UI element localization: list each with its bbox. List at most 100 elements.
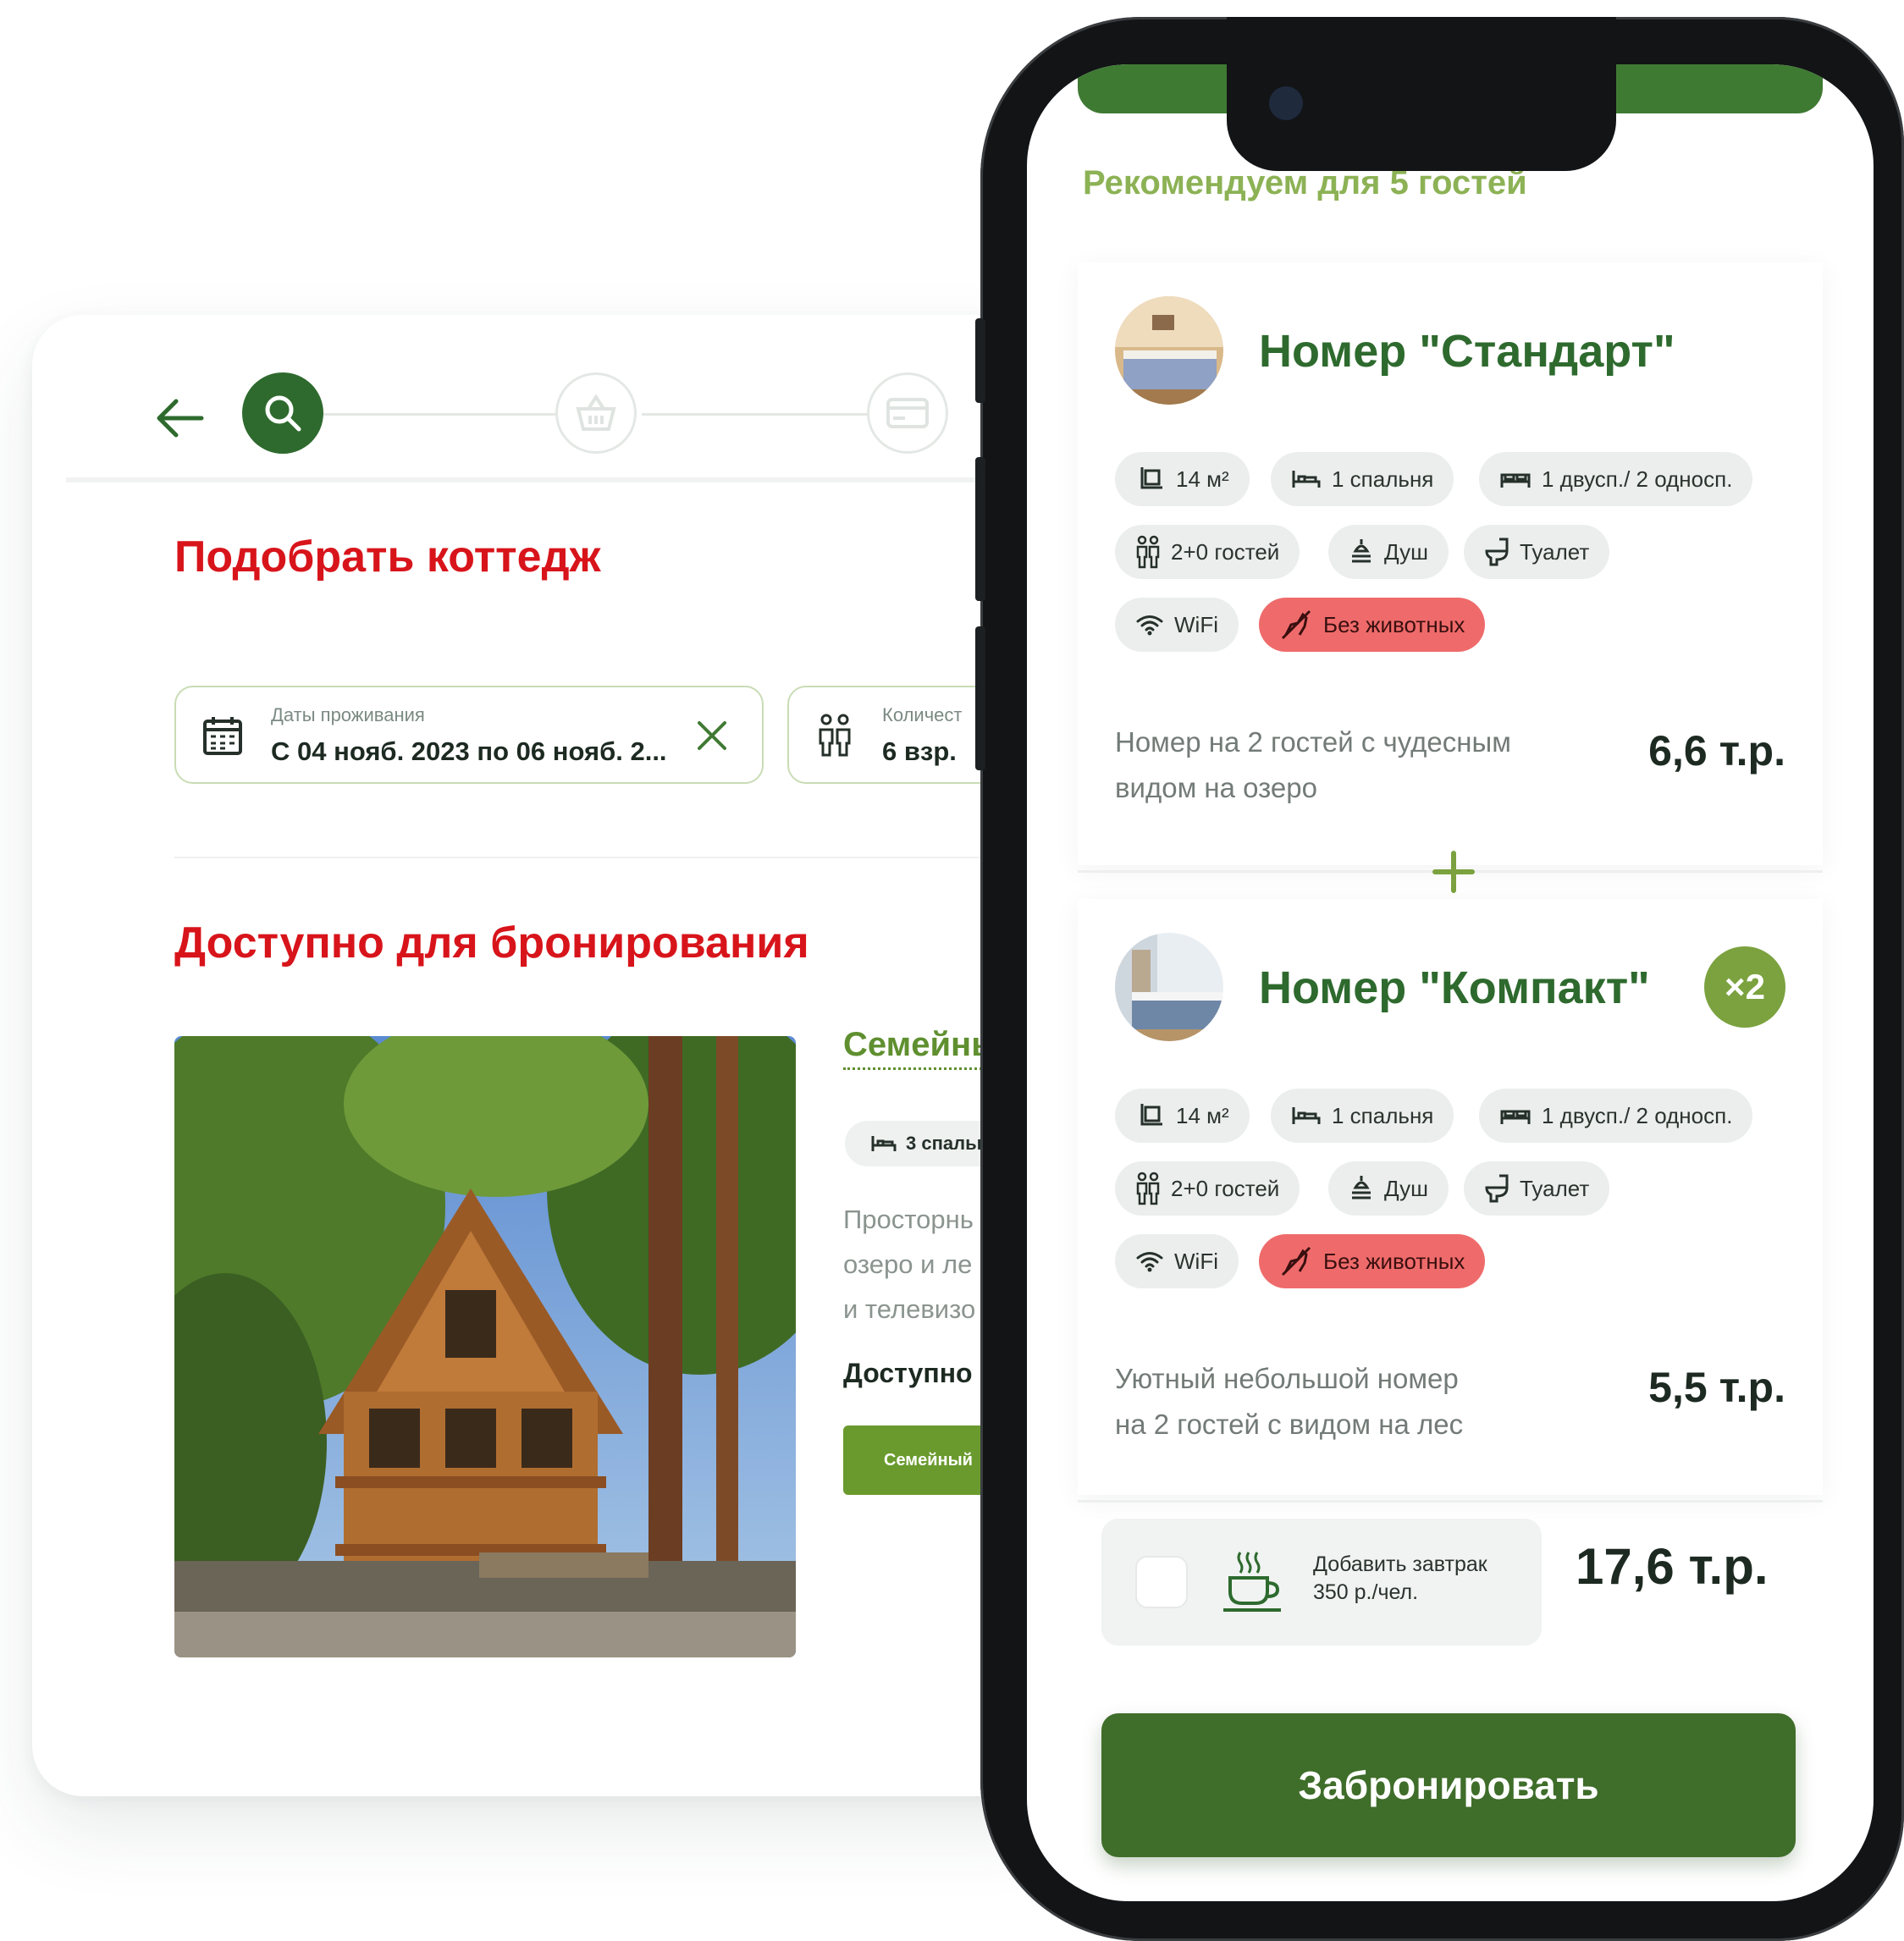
double-bed-icon xyxy=(1499,468,1531,490)
step-payment[interactable] xyxy=(867,372,948,454)
chip-no-pets: Без животных xyxy=(1259,1234,1486,1288)
chip-no-pets: Без животных xyxy=(1259,598,1486,652)
dates-label: Даты проживания xyxy=(271,704,425,725)
phone-frame: Рекомендуем для 5 гостей Номер "Стандарт… xyxy=(975,17,1904,1941)
breakfast-checkbox[interactable] xyxy=(1135,1556,1188,1608)
guests-label: Количест xyxy=(882,704,963,725)
guests-value: 6 взр. xyxy=(882,736,957,766)
phone-screen: Рекомендуем для 5 гостей Номер "Стандарт… xyxy=(1027,64,1874,1901)
no-pets-icon xyxy=(1279,608,1313,642)
basket-icon xyxy=(576,394,616,431)
search-icon xyxy=(265,395,301,432)
cottage-availability: Доступно xyxy=(843,1358,973,1388)
guests-icon xyxy=(1135,535,1161,569)
chip-wifi-label: WiFi xyxy=(1174,611,1218,637)
plus-icon xyxy=(1428,846,1479,897)
chip-shower-label: Душ xyxy=(1384,1175,1429,1201)
desktop-booking-panel: Подобрать коттедж Даты проживания С 04 н… xyxy=(32,315,1082,1796)
area-icon xyxy=(1135,1100,1166,1131)
breakfast-option[interactable]: Добавить завтрак 350 р./чел. xyxy=(1101,1519,1542,1646)
chip-area: 14 м² xyxy=(1115,1089,1250,1143)
room-title: Номер "Стандарт" xyxy=(1259,326,1675,377)
chip-no-pets-label: Без животных xyxy=(1323,1248,1465,1274)
chip-toilet: Туалет xyxy=(1464,525,1610,579)
phone-notch xyxy=(1227,17,1616,171)
chip-wifi: WiFi xyxy=(1115,1234,1239,1288)
chip-guests: 2+0 гостей xyxy=(1115,1161,1300,1216)
calendar-icon xyxy=(201,714,244,757)
chip-bedrooms-label: 1 спальня xyxy=(1332,1102,1434,1128)
front-camera-icon xyxy=(1269,86,1303,120)
chip-shower-label: Душ xyxy=(1384,538,1429,565)
back-arrow-icon[interactable] xyxy=(151,393,210,444)
bed-icon xyxy=(1291,1105,1322,1127)
chip-beds-label: 1 двусп./ 2 односп. xyxy=(1542,1102,1733,1128)
toilet-icon xyxy=(1484,538,1509,566)
page-title: Подобрать коттедж xyxy=(174,532,601,582)
room-photo-compact[interactable] xyxy=(1115,933,1223,1041)
bed-icon xyxy=(1291,468,1322,490)
cottage-name-link[interactable]: Семейнь xyxy=(843,1026,992,1070)
chip-bedrooms: 1 спальня xyxy=(1271,1089,1454,1143)
chip-toilet-label: Туалет xyxy=(1520,1175,1590,1201)
summary-divider xyxy=(1078,1500,1823,1503)
chip-area: 14 м² xyxy=(1115,452,1250,506)
booking-stepper xyxy=(32,315,1082,484)
cottage-photo[interactable] xyxy=(174,1036,796,1657)
chip-guests: 2+0 гостей xyxy=(1115,525,1300,579)
wifi-icon xyxy=(1135,1250,1164,1272)
guests-icon xyxy=(816,713,853,758)
chip-toilet: Туалет xyxy=(1464,1161,1610,1216)
chip-bedrooms-label: 1 спальня xyxy=(1332,466,1434,492)
dates-field[interactable]: Даты проживания С 04 нояб. 2023 по 06 но… xyxy=(174,686,764,784)
chip-wifi: WiFi xyxy=(1115,598,1239,652)
room-card-standard: Номер "Стандарт" 14 м² 1 спальня 1 двусп… xyxy=(1078,262,1823,865)
total-price: 17,6 т.р. xyxy=(1576,1538,1769,1595)
room-price: 5,5 т.р. xyxy=(1648,1364,1785,1411)
dates-value: С 04 нояб. 2023 по 06 нояб. 2... xyxy=(271,736,667,766)
clear-dates-icon[interactable] xyxy=(694,718,730,753)
chip-bedrooms: 1 спальня xyxy=(1271,452,1454,506)
cottage-description: Просторнь озеро и ле и телевизо xyxy=(843,1205,976,1324)
chip-area-label: 14 м² xyxy=(1176,1102,1229,1128)
chip-beds: 1 двусп./ 2 односп. xyxy=(1479,452,1753,506)
chip-no-pets-label: Без животных xyxy=(1323,611,1465,637)
coffee-cup-icon xyxy=(1220,1549,1288,1617)
book-button[interactable]: Забронировать xyxy=(1101,1713,1796,1857)
shower-icon xyxy=(1349,538,1374,566)
breakfast-label: Добавить завтрак 350 р./чел. xyxy=(1313,1552,1487,1604)
phone-side-button xyxy=(975,318,985,403)
phone-side-button xyxy=(975,626,985,770)
quantity-badge: ×2 xyxy=(1704,946,1785,1028)
stepper-divider xyxy=(66,477,1082,482)
bed-icon xyxy=(870,1133,897,1154)
chip-beds-label: 1 двусп./ 2 односп. xyxy=(1542,466,1733,492)
phone-side-button xyxy=(975,457,985,601)
room-photo-standard[interactable] xyxy=(1115,296,1223,405)
chip-guests-label: 2+0 гостей xyxy=(1171,1175,1280,1201)
section-divider xyxy=(174,857,1082,858)
stepper-line xyxy=(642,413,896,416)
chip-shower: Душ xyxy=(1328,525,1449,579)
available-title: Доступно для бронирования xyxy=(174,918,809,968)
step-basket[interactable] xyxy=(555,372,637,454)
chip-wifi-label: WiFi xyxy=(1174,1248,1218,1274)
room-card-compact: Номер "Компакт" ×2 14 м² 1 спальня 1 дву… xyxy=(1078,899,1823,1495)
room-description: Уютный небольшой номер на 2 гостей с вид… xyxy=(1115,1363,1464,1440)
step-search[interactable] xyxy=(242,372,323,454)
no-pets-icon xyxy=(1279,1244,1313,1278)
room-price: 6,6 т.р. xyxy=(1648,727,1785,775)
double-bed-icon xyxy=(1499,1105,1531,1127)
guests-icon xyxy=(1135,1172,1161,1205)
area-icon xyxy=(1135,464,1166,494)
chip-shower: Душ xyxy=(1328,1161,1449,1216)
room-title: Номер "Компакт" xyxy=(1259,962,1650,1013)
card-icon xyxy=(886,398,929,428)
chip-beds: 1 двусп./ 2 односп. xyxy=(1479,1089,1753,1143)
chip-area-label: 14 м² xyxy=(1176,466,1229,492)
shower-icon xyxy=(1349,1174,1374,1203)
chip-toilet-label: Туалет xyxy=(1520,538,1590,565)
room-description: Номер на 2 гостей с чудесным видом на оз… xyxy=(1115,726,1511,803)
toilet-icon xyxy=(1484,1174,1509,1203)
chip-guests-label: 2+0 гостей xyxy=(1171,538,1280,565)
